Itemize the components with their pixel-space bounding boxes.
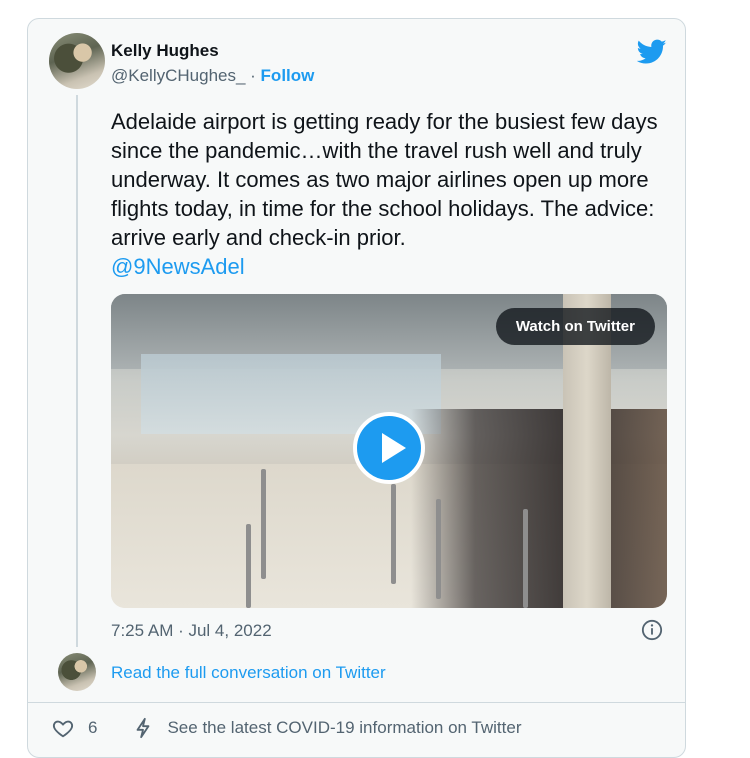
play-icon (382, 433, 406, 463)
read-full-conversation-link[interactable]: Read the full conversation on Twitter (111, 663, 386, 683)
queue-post (391, 484, 396, 584)
play-button[interactable] (353, 412, 425, 484)
twitter-bird-icon[interactable] (637, 39, 667, 65)
like-count: 6 (88, 718, 98, 737)
queue-post (436, 499, 441, 599)
tweet-body: Adelaide airport is getting ready for th… (111, 109, 658, 250)
footer-divider (28, 702, 685, 703)
author-handle[interactable]: @KellyCHughes_ (111, 66, 245, 85)
author-handle-row: @KellyCHughes_ · Follow (111, 66, 314, 86)
queue-post (523, 509, 528, 608)
heart-icon[interactable] (52, 717, 74, 739)
thread-line (76, 95, 78, 647)
queue-post (246, 524, 251, 608)
tweet-text: Adelaide airport is getting ready for th… (111, 107, 671, 281)
tweet-timestamp[interactable]: 7:25 AM · Jul 4, 2022 (111, 621, 272, 641)
author-name[interactable]: Kelly Hughes (111, 41, 219, 61)
lightning-icon (137, 717, 150, 739)
author-avatar[interactable] (49, 33, 105, 89)
video-crowd (411, 409, 667, 608)
video-media[interactable]: Watch on Twitter (111, 294, 667, 608)
covid-info-link[interactable]: See the latest COVID-19 information on T… (167, 718, 521, 738)
handle-separator: · (245, 66, 261, 85)
queue-post (261, 469, 266, 579)
tweet-card: Kelly Hughes @KellyCHughes_ · Follow Ade… (27, 18, 686, 758)
mention-link[interactable]: @9NewsAdel (111, 252, 671, 281)
info-icon[interactable] (641, 619, 663, 641)
watch-on-twitter-button[interactable]: Watch on Twitter (495, 308, 655, 345)
tweet-footer: 6 See the latest COVID-19 information on… (52, 716, 522, 740)
conversation-avatar[interactable] (58, 653, 96, 691)
follow-link[interactable]: Follow (261, 66, 315, 85)
